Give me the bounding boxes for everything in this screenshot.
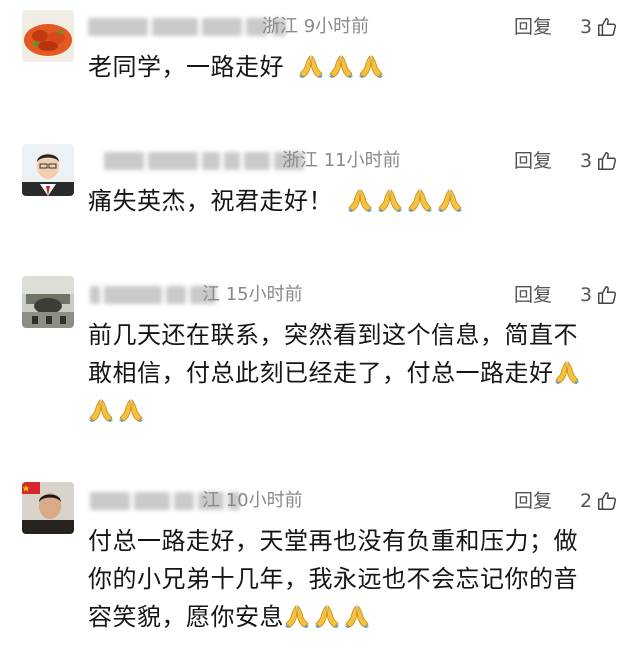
reply-button[interactable]: 回复 [514,149,552,173]
reply-button[interactable]: 回复 [514,283,552,307]
avatar[interactable] [22,276,74,328]
pray-emoji-icon [407,188,433,212]
like-button[interactable]: 3 [580,15,618,39]
reply-button[interactable]: 回复 [514,489,552,513]
comment-text-line-wrap: 容笑貌，愿你安息 [88,598,620,636]
comment-text-line: 敢相信，付总此刻已经走了，付总一路走好 [88,359,554,387]
comment-text-line: 你的小兄弟十几年，我永远也不会忘记你的音 [88,565,578,593]
comment-time: 9小时前 [303,16,370,37]
emoji-group [298,53,388,81]
pray-emoji-icon [344,604,370,628]
comment-location: 浙江 [262,16,298,37]
comment-text-line: 老同学，一路走好 [88,53,284,81]
avatar[interactable] [22,144,74,196]
pray-emoji-icon [284,604,310,628]
like-button[interactable]: 2 [580,489,618,513]
username-blurred[interactable] [90,284,216,306]
comment-item: 江 10小时前 回复 2 付总一路走好，天堂再也没有负重和压力；做 你的小兄弟十… [0,474,640,654]
username-blurred[interactable] [88,16,286,38]
comment-text-line-wrap: 敢相信，付总此刻已经走了，付总一路走好 [88,354,620,392]
person-flag-avatar-icon [22,482,74,534]
comment-meta: 浙江 9小时前 [262,16,369,38]
comment-text: 老同学，一路走好 [88,48,620,86]
comment-item: 浙江 11小时前 回复 3 痛失英杰，祝君走好！ [0,134,640,234]
like-count: 3 [580,16,593,38]
thumbs-up-icon [596,490,618,512]
comment-location: 浙江 [282,150,318,171]
like-count: 3 [580,150,593,172]
emoji-group [347,187,467,215]
comment-text: 前几天还在联系，突然看到这个信息，简直不 敢相信，付总此刻已经走了，付总一路走好 [88,316,620,430]
comment-text: 付总一路走好，天堂再也没有负重和压力；做 你的小兄弟十几年，我永远也不会忘记你的… [88,522,620,636]
pray-emoji-icon [358,54,384,78]
comment-location: 江 [202,490,220,511]
comment-time: 15小时前 [225,284,303,305]
pray-emoji-icon [298,54,324,78]
comment-text-line: 痛失英杰，祝君走好！ [88,187,333,215]
username-blurred[interactable] [104,150,304,172]
like-button[interactable]: 3 [580,283,618,307]
comment-item: 浙江 9小时前 回复 3 老同学，一路走好 [0,0,640,90]
like-button[interactable]: 3 [580,149,618,173]
comment-location: 江 [202,284,220,305]
comment-text-line: 前几天还在联系，突然看到这个信息，简直不 [88,321,578,349]
avatar[interactable] [22,10,74,62]
person-avatar-icon [22,144,74,196]
thumbs-up-icon [596,284,618,306]
comment-text: 痛失英杰，祝君走好！ [88,182,620,220]
pray-emoji-icon [437,188,463,212]
landscape-avatar-icon [22,276,74,328]
pray-emoji-icon [554,360,580,384]
reply-button[interactable]: 回复 [514,15,552,39]
pray-emoji-icon [314,604,340,628]
comment-time: 10小时前 [225,490,303,511]
comment-text-line: 容笑貌，愿你安息 [88,603,284,631]
comment-text-line: 付总一路走好，天堂再也没有负重和压力；做 [88,527,578,555]
like-count: 3 [580,284,593,306]
comment-item: 江 15小时前 回复 3 前几天还在联系，突然看到这个信息，简直不 敢相信，付总… [0,268,640,438]
pray-emoji-icon [347,188,373,212]
comment-meta: 江 15小时前 [202,284,303,306]
comment-meta: 浙江 11小时前 [282,150,401,172]
pray-emoji-icon [377,188,403,212]
emoji-group [88,392,620,430]
pray-emoji-icon [88,398,114,422]
comment-time: 11小时前 [323,150,401,171]
pray-emoji-icon [118,398,144,422]
pray-emoji-icon [328,54,354,78]
thumbs-up-icon [596,16,618,38]
food-photo-avatar-icon [22,10,74,62]
comment-meta: 江 10小时前 [202,490,303,512]
like-count: 2 [580,490,593,512]
thumbs-up-icon [596,150,618,172]
avatar[interactable] [22,482,74,534]
